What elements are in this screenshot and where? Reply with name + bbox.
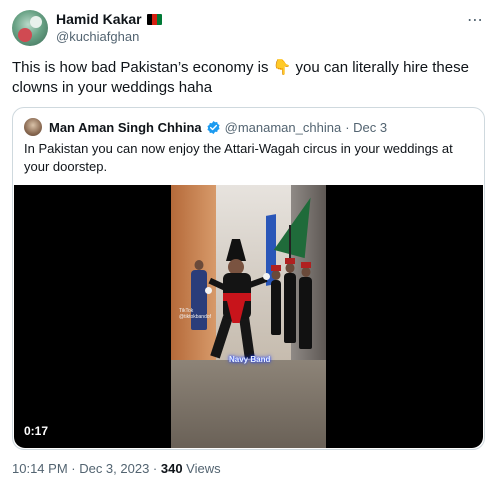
tweet-text: This is how bad Pakistan’s economy is 👇 … <box>12 59 469 96</box>
video-player[interactable]: TikTok @tiktokbandof Navy Band 0:17 <box>14 185 483 448</box>
views-label: Views <box>182 461 221 476</box>
video-watermark: Navy Band <box>229 355 271 364</box>
avatar[interactable] <box>12 10 48 46</box>
afghanistan-flag-icon <box>146 13 162 25</box>
more-options-icon[interactable]: ⋯ <box>467 10 484 30</box>
video-duration: 0:17 <box>24 424 49 438</box>
dancer-figure <box>205 239 270 365</box>
author-display-name[interactable]: Hamid Kakar <box>56 11 142 27</box>
author-handle[interactable]: @kuchiafghan <box>56 29 139 44</box>
quoted-display-name[interactable]: Man Aman Singh Chhina <box>49 120 202 135</box>
author-row: Hamid Kakar <box>56 11 162 27</box>
quoted-date[interactable]: · Dec 3 <box>345 120 387 135</box>
quoted-author-row: Man Aman Singh Chhina @manaman_chhina · … <box>24 118 387 136</box>
quoted-avatar[interactable] <box>24 118 42 136</box>
video-frame: TikTok @tiktokbandof Navy Band <box>171 185 326 448</box>
quoted-tweet[interactable]: Man Aman Singh Chhina @manaman_chhina · … <box>12 107 485 450</box>
quoted-handle[interactable]: @manaman_chhina <box>225 120 342 135</box>
quoted-tweet-text: In Pakistan you can now enjoy the Attari… <box>24 141 453 174</box>
tweet-meta: 10:14 PM · Dec 3, 2023 · 340 Views <box>12 461 221 476</box>
views-count[interactable]: 340 <box>161 461 183 476</box>
verified-badge-icon <box>206 120 221 135</box>
tweet-timestamp[interactable]: 10:14 PM · Dec 3, 2023 · <box>12 461 161 476</box>
tweet[interactable]: Hamid Kakar @kuchiafghan ⋯ This is how b… <box>0 0 500 483</box>
tiktok-watermark: TikTok @tiktokbandof <box>179 308 212 320</box>
